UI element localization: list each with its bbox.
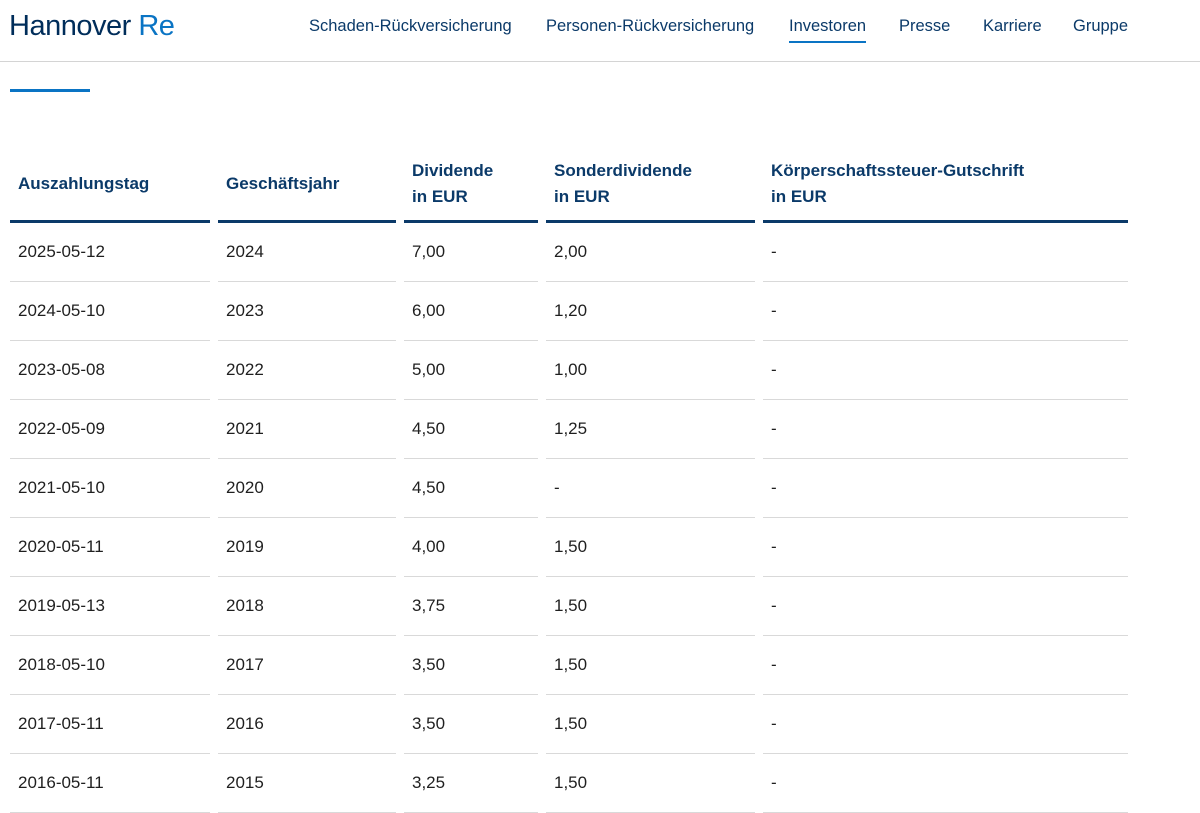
table-cell-koerperschaftssteuer-gutschrift: - (763, 577, 1128, 636)
section-accent-line (10, 89, 90, 92)
table-cell-sonderdividende: 1,20 (546, 282, 755, 341)
table-cell-sonderdividende: - (546, 459, 755, 518)
table-cell-dividende: 6,00 (404, 282, 538, 341)
table-cell-sonderdividende: 1,00 (546, 341, 755, 400)
table-row: 2024-05-10 2023 6,00 1,20- (10, 282, 1128, 341)
table-cell-sonderdividende: 1,50 (546, 518, 755, 577)
table-cell-dividende: 4,00 (404, 518, 538, 577)
nav-item-gruppe[interactable]: Gruppe (1073, 16, 1128, 36)
table-cell-auszahlungstag: 2020-05-11 (10, 518, 210, 577)
column-header-line: Sonderdividende (554, 161, 692, 180)
table-row: 2018-05-10 2017 3,50 1,50- (10, 636, 1128, 695)
nav-item-personen-rückversicherung[interactable]: Personen-Rückversicherung (546, 16, 754, 36)
table-row: 2017-05-11 2016 3,50 1,50- (10, 695, 1128, 754)
table-row: 2023-05-08 2022 5,00 1,00- (10, 341, 1128, 400)
table-cell-koerperschaftssteuer-gutschrift: - (763, 341, 1128, 400)
column-header-line: in EUR (554, 187, 610, 206)
hannover-re-logo[interactable]: Hannover Re (9, 7, 175, 45)
column-header-auszahlungstag: Auszahlungstag (10, 148, 210, 223)
column-header-line: Geschäftsjahr (226, 174, 340, 193)
table-cell-sonderdividende: 1,50 (546, 754, 755, 813)
table-header-row: Auszahlungstag Geschäftsjahr Dividende in E… (10, 148, 1128, 223)
dividend-table: Auszahlungstag Geschäftsjahr Dividende in E… (10, 148, 1128, 813)
table-cell-dividende: 7,00 (404, 223, 538, 282)
table-cell-koerperschaftssteuer-gutschrift: - (763, 754, 1128, 813)
column-header-line: in EUR (771, 187, 827, 206)
table-cell-auszahlungstag: 2022-05-09 (10, 400, 210, 459)
column-header-line: Dividende (412, 161, 494, 180)
table-cell-auszahlungstag: 2024-05-10 (10, 282, 210, 341)
table-cell-auszahlungstag: 2017-05-11 (10, 695, 210, 754)
table-cell-dividende: 3,75 (404, 577, 538, 636)
table-row: 2019-05-13 2018 3,75 1,50- (10, 577, 1128, 636)
column-header-line: in EUR (412, 187, 468, 206)
table-cell-sonderdividende: 1,50 (546, 577, 755, 636)
nav-item-karriere[interactable]: Karriere (983, 16, 1042, 36)
table-cell-koerperschaftssteuer-gutschrift: - (763, 282, 1128, 341)
site-header: Hannover Re Schaden-Rückversicherung Pers… (0, 0, 1200, 62)
table-cell-geschaeftsjahr: 2019 (218, 518, 396, 577)
column-header-line: Körperschaftssteuer-Gutschrift (771, 161, 1025, 180)
table-cell-auszahlungstag: 2019-05-13 (10, 577, 210, 636)
table-cell-koerperschaftssteuer-gutschrift: - (763, 518, 1128, 577)
table-cell-auszahlungstag: 2025-05-12 (10, 223, 210, 282)
table-cell-geschaeftsjahr: 2016 (218, 695, 396, 754)
logo-re: Re (138, 10, 175, 42)
table-cell-sonderdividende: 1,25 (546, 400, 755, 459)
column-header-geschaeftsjahr: Geschäftsjahr (218, 148, 396, 223)
table-cell-dividende: 3,25 (404, 754, 538, 813)
table-row: 2020-05-11 2019 4,00 1,50- (10, 518, 1128, 577)
table-cell-koerperschaftssteuer-gutschrift: - (763, 636, 1128, 695)
table-cell-koerperschaftssteuer-gutschrift: - (763, 459, 1128, 518)
column-header-sonderdividende: Sonderdividende in EUR (546, 148, 755, 223)
table-row: 2016-05-11 2015 3,25 1,50- (10, 754, 1128, 813)
table-cell-geschaeftsjahr: 2015 (218, 754, 396, 813)
table-row: 2022-05-09 2021 4,50 1,25- (10, 400, 1128, 459)
table-cell-geschaeftsjahr: 2024 (218, 223, 396, 282)
nav-item-schaden-rückversicherung[interactable]: Schaden-Rückversicherung (309, 16, 512, 36)
table-cell-sonderdividende: 1,50 (546, 695, 755, 754)
table-row: 2025-05-12 2024 7,00 2,00- (10, 223, 1128, 282)
table-cell-dividende: 5,00 (404, 341, 538, 400)
table-cell-auszahlungstag: 2016-05-11 (10, 754, 210, 813)
table-cell-dividende: 3,50 (404, 695, 538, 754)
nav-item-presse[interactable]: Presse (899, 16, 950, 36)
table-cell-koerperschaftssteuer-gutschrift: - (763, 695, 1128, 754)
table-cell-geschaeftsjahr: 2017 (218, 636, 396, 695)
column-header-dividende: Dividende in EUR (404, 148, 538, 223)
table-cell-geschaeftsjahr: 2021 (218, 400, 396, 459)
table-cell-sonderdividende: 1,50 (546, 636, 755, 695)
table-cell-auszahlungstag: 2021-05-10 (10, 459, 210, 518)
table-cell-koerperschaftssteuer-gutschrift: - (763, 400, 1128, 459)
table-cell-auszahlungstag: 2023-05-08 (10, 341, 210, 400)
column-header-koerperschaftssteuer-gutschrift: Körperschaftssteuer-Gutschrift in EUR (763, 148, 1128, 223)
nav-item-investoren[interactable]: Investoren (789, 16, 867, 43)
table-cell-sonderdividende: 2,00 (546, 223, 755, 282)
table-row: 2021-05-10 2020 4,50- - (10, 459, 1128, 518)
table-cell-dividende: 4,50 (404, 459, 538, 518)
table-cell-dividende: 4,50 (404, 400, 538, 459)
logo-brand: Hannover (9, 10, 131, 42)
column-header-line: Auszahlungstag (18, 174, 150, 193)
table-cell-auszahlungstag: 2018-05-10 (10, 636, 210, 695)
table-cell-koerperschaftssteuer-gutschrift: - (763, 223, 1128, 282)
table-cell-geschaeftsjahr: 2023 (218, 282, 396, 341)
table-cell-geschaeftsjahr: 2018 (218, 577, 396, 636)
table-cell-geschaeftsjahr: 2022 (218, 341, 396, 400)
table-cell-geschaeftsjahr: 2020 (218, 459, 396, 518)
table-cell-dividende: 3,50 (404, 636, 538, 695)
